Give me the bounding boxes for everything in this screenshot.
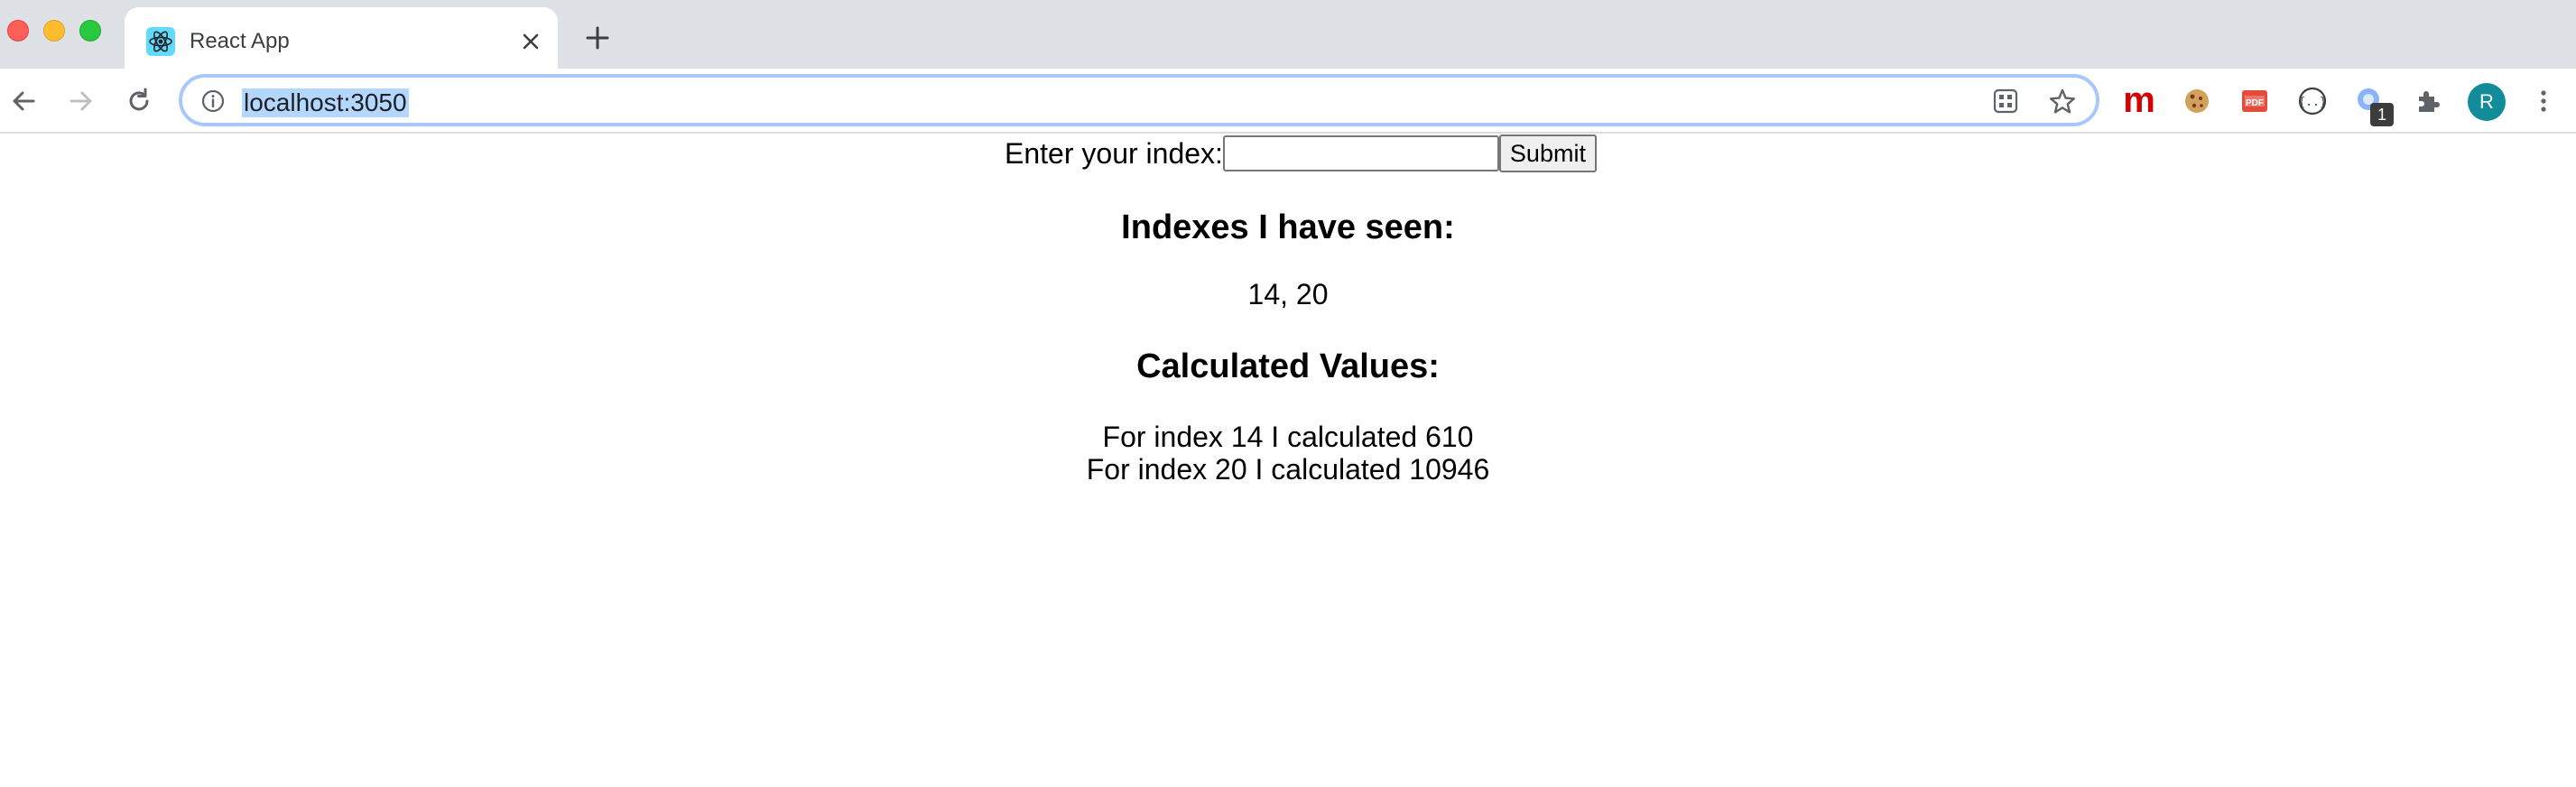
qr-code-icon[interactable] [1991, 87, 2020, 116]
bookmark-star-icon[interactable] [2047, 87, 2078, 117]
calculated-values-heading: Calculated Values: [1136, 347, 1440, 385]
close-window-button[interactable] [7, 20, 29, 42]
calculated-value-item: For index 14 I calculated 610 [1102, 421, 1474, 453]
cookie-extension-icon[interactable] [2181, 85, 2213, 117]
index-form: Enter your index: Submit [0, 134, 2576, 173]
back-arrow-icon[interactable] [7, 85, 40, 117]
seen-indexes-heading: Indexes I have seen: [1121, 208, 1455, 246]
address-bar[interactable]: localhost:3050 [179, 74, 2099, 126]
tab-react-app[interactable]: React App [125, 7, 558, 69]
react-logo-icon [146, 27, 175, 56]
forward-arrow-icon[interactable] [65, 85, 97, 117]
calculated-value-item: For index 20 I calculated 10946 [1086, 453, 1490, 486]
extension-badge-count: 1 [2370, 103, 2394, 126]
svg-text:{..}: {..} [2298, 96, 2326, 109]
more-menu-icon[interactable] [2527, 85, 2560, 117]
close-tab-icon[interactable] [516, 27, 545, 56]
profile-avatar[interactable]: R [2468, 83, 2506, 121]
seen-indexes-list: 14, 20 [1247, 278, 1329, 310]
minimize-window-button[interactable] [43, 20, 65, 42]
tab-strip: React App [0, 0, 2576, 69]
submit-button[interactable]: Submit [1498, 134, 1597, 172]
mendeley-extension-icon[interactable]: m [2123, 82, 2155, 118]
zoom-window-button[interactable] [79, 20, 101, 42]
url-text[interactable]: localhost:3050 [242, 88, 409, 117]
browser-toolbar: localhost:3050 m PDF {..} 1 R [0, 69, 2576, 134]
json-formatter-extension-icon[interactable]: {..} [2296, 85, 2329, 117]
page-content: Enter your index: Submit Indexes I have … [0, 134, 2576, 787]
tab-title: React App [190, 29, 290, 53]
extensions-puzzle-icon[interactable] [2412, 85, 2444, 117]
svg-text:PDF: PDF [2246, 98, 2264, 108]
calculated-values-list: For index 14 I calculated 610 For index … [0, 421, 2576, 486]
index-input[interactable] [1222, 135, 1499, 171]
site-info-icon[interactable] [200, 88, 226, 114]
pdf-extension-icon[interactable]: PDF [2238, 85, 2271, 117]
index-label: Enter your index: [1005, 137, 1223, 170]
new-tab-plus-icon[interactable] [581, 22, 614, 54]
reload-icon[interactable] [123, 85, 155, 117]
